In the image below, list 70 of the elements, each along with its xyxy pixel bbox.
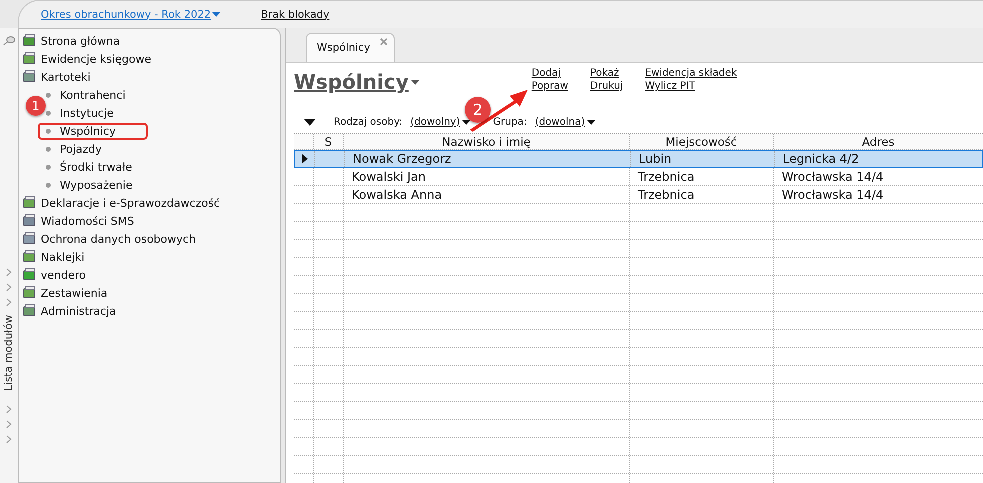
action-link[interactable]: Ewidencja składek (645, 68, 738, 79)
tree-item[interactable]: Wiadomości SMS (41, 214, 134, 228)
tree-item[interactable]: Środki trwałe (56, 158, 136, 176)
dropdown-icon (212, 12, 222, 18)
column-header[interactable]: Miejscowość (630, 134, 774, 149)
tree-item[interactable]: Administracja (41, 304, 116, 318)
lock-status-link[interactable]: Brak blokady (261, 8, 330, 20)
module-icon (23, 304, 37, 318)
annotation-arrow (468, 87, 530, 133)
tree-item[interactable]: Ochrona danych osobowych (41, 232, 196, 246)
tree-item[interactable]: Deklaracje i e-Sprawozdawczość (41, 196, 220, 210)
bullet-icon (46, 146, 51, 152)
tree-item[interactable]: Wspólnicy (38, 122, 148, 140)
tree-item[interactable]: Kartoteki (41, 70, 91, 84)
table-cell: Nowak Grzegorz (353, 152, 452, 166)
action-link[interactable]: Dodaj (532, 68, 568, 79)
tree-item[interactable]: Zestawienia (41, 286, 108, 300)
module-icon (23, 232, 37, 246)
bullet-icon (46, 182, 51, 188)
bullet-icon (46, 128, 51, 134)
module-icon (23, 214, 37, 228)
period-link[interactable]: Okres obrachunkowy - Rok 2022 (41, 8, 222, 20)
bullet-icon (46, 110, 51, 116)
module-icon (23, 286, 37, 300)
table-cell: Kowalski Jan (352, 170, 426, 184)
module-icon (23, 268, 37, 282)
dropdown-icon (410, 80, 420, 84)
action-link[interactable]: Pokaż (590, 68, 624, 79)
dropdown-icon (587, 120, 596, 124)
module-icon (23, 34, 37, 48)
page-title[interactable]: Wspólnicy (294, 70, 420, 94)
bullet-icon (46, 164, 51, 170)
collapse-icon[interactable] (304, 118, 316, 126)
table-cell: Wrocławska 14/4 (782, 188, 884, 202)
filter-label: Grupa: (493, 116, 528, 128)
tab[interactable]: Wspólnicy (306, 33, 396, 62)
row-pointer-icon (302, 154, 308, 164)
column-header[interactable]: Nazwisko i imię (344, 134, 630, 149)
action-link[interactable]: Drukuj (590, 81, 624, 92)
table-row[interactable]: Kowalska Anna Trzebnica Wrocławska 14/4 (294, 186, 983, 204)
module-icon (23, 70, 37, 84)
tree-item[interactable]: Pojazdy (56, 140, 106, 158)
column-header[interactable]: Adres (774, 134, 983, 149)
tree-item[interactable]: vendero (41, 268, 86, 282)
tree-item[interactable]: Strona główna (41, 34, 120, 48)
table-cell: Lubin (639, 152, 672, 166)
module-icon (23, 52, 37, 66)
column-header[interactable]: S (314, 134, 344, 149)
module-icon (23, 250, 37, 264)
strip-label[interactable]: Lista modułów (3, 315, 15, 392)
filter-label: Rodzaj osoby: (334, 116, 403, 128)
dropdown-icon (462, 120, 472, 124)
table-cell: Trzebnica (638, 188, 695, 202)
table-row[interactable]: Kowalski Jan Trzebnica Wrocławska 14/4 (294, 168, 983, 186)
table-cell: Kowalska Anna (352, 188, 442, 202)
module-icon (23, 196, 37, 210)
table-cell: Legnicka 4/2 (783, 152, 860, 166)
tree-item[interactable]: Ewidencje księgowe (41, 52, 152, 66)
table-cell: Trzebnica (638, 170, 695, 184)
tree-item[interactable]: Wyposażenie (56, 176, 137, 194)
bullet-icon (46, 92, 51, 98)
tree-item[interactable]: Naklejki (41, 250, 85, 264)
table-row[interactable]: Nowak Grzegorz Lubin Legnicka 4/2 (294, 150, 983, 168)
tree-item[interactable]: Kontrahenci (56, 86, 130, 104)
tree-item[interactable]: Instytucje (56, 104, 118, 122)
action-link[interactable]: Popraw (532, 81, 568, 92)
filter-dropdown[interactable]: (dowolna) (535, 116, 596, 128)
table-cell: Wrocławska 14/4 (782, 170, 884, 184)
action-link[interactable]: Wylicz PIT (645, 81, 738, 92)
close-icon[interactable] (380, 38, 388, 46)
